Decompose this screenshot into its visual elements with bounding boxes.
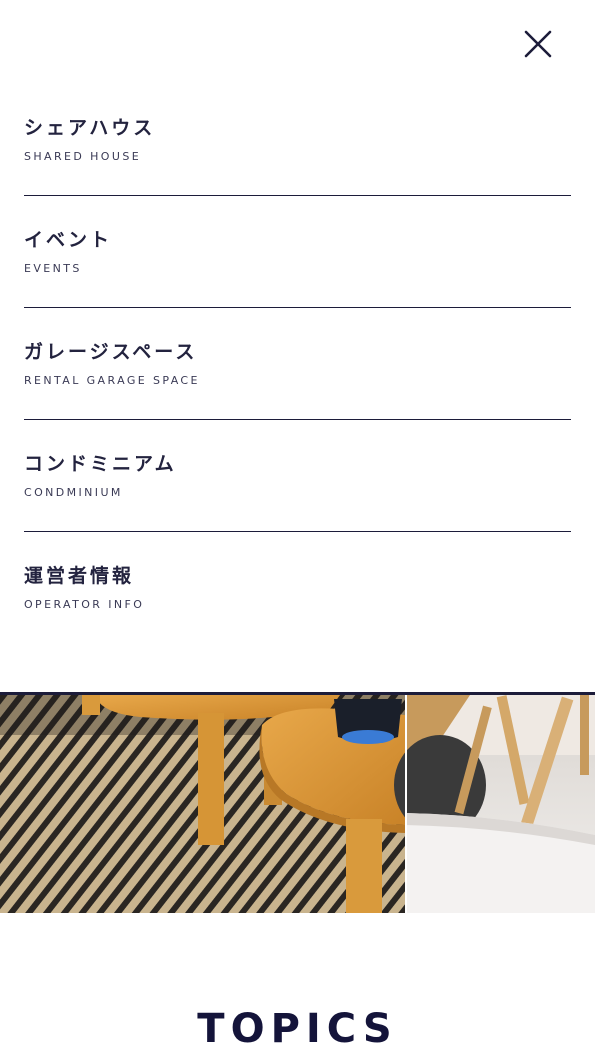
menu-item-garage-space[interactable]: ガレージスペース RENTAL GARAGE SPACE [24,308,571,420]
close-icon[interactable] [520,26,556,62]
menu-item-en-label: OPERATOR INFO [24,598,145,611]
menu-item-condominium[interactable]: コンドミニアム CONDMINIUM [24,420,571,532]
banner-image [0,692,595,913]
interior-furniture-photo [0,695,595,913]
menu-item-en-label: SHARED HOUSE [24,150,142,163]
menu-item-jp-label: 運営者情報 [24,565,135,587]
menu-item-en-label: EVENTS [24,262,82,275]
menu-item-operator-info[interactable]: 運営者情報 OPERATOR INFO [24,532,571,644]
menu-item-jp-label: コンドミニアム [24,453,177,475]
menu-overlay-page: シェアハウス SHARED HOUSE イベント EVENTS ガレージスペース… [0,0,595,1059]
close-button[interactable] [520,26,556,62]
menu-item-jp-label: ガレージスペース [24,341,198,363]
menu-item-events[interactable]: イベント EVENTS [24,196,571,308]
menu-item-shared-house[interactable]: シェアハウス SHARED HOUSE [24,84,571,196]
menu-item-jp-label: シェアハウス [24,117,156,139]
main-menu: シェアハウス SHARED HOUSE イベント EVENTS ガレージスペース… [24,84,571,644]
section-title: TOPICS [197,1006,398,1052]
menu-item-en-label: CONDMINIUM [24,486,123,499]
menu-item-jp-label: イベント [24,229,113,251]
menu-item-en-label: RENTAL GARAGE SPACE [24,374,200,387]
